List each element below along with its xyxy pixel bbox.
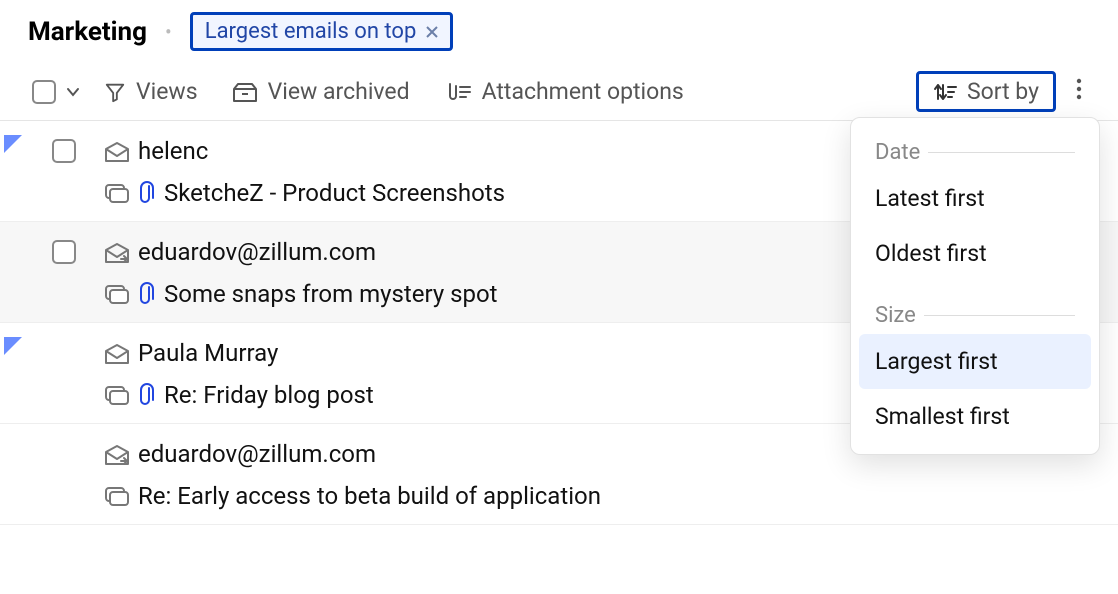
email-subject: SketcheZ - Product Screenshots (164, 179, 505, 207)
view-archived-button[interactable]: View archived (218, 72, 424, 111)
attachment-options-button[interactable]: Attachment options (430, 72, 698, 111)
funnel-icon (104, 81, 126, 103)
sort-by-label: Sort by (967, 78, 1039, 105)
thread-indicator (4, 236, 24, 256)
archive-icon (232, 81, 258, 103)
row-icon-col (96, 438, 138, 506)
sort-icon (933, 81, 957, 103)
row-icon-col (96, 135, 138, 203)
views-button[interactable]: Views (90, 72, 212, 111)
sort-by-button[interactable]: Sort by (916, 71, 1056, 112)
toolbar: Views View archived Attachment options S… (0, 65, 1118, 121)
thread-indicator (4, 438, 24, 458)
sort-menu: Date Latest first Oldest first Size Larg… (850, 117, 1100, 455)
thread-icon (104, 282, 130, 304)
select-all[interactable] (32, 80, 80, 104)
thread-icon (104, 484, 130, 506)
attachment-options-icon (444, 81, 472, 103)
close-icon[interactable] (424, 24, 440, 40)
sort-option-largest[interactable]: Largest first (859, 334, 1091, 389)
filter-chip-label: Largest emails on top (205, 19, 417, 44)
separator-dot: • (165, 20, 172, 44)
views-label: Views (136, 78, 198, 105)
mail-forward-icon (104, 444, 130, 466)
email-subject: Some snaps from mystery spot (164, 280, 498, 308)
email-subject: Re: Friday blog post (164, 381, 374, 409)
folder-header: Marketing • Largest emails on top (0, 0, 1118, 65)
mail-forward-icon (104, 242, 130, 264)
sort-option-oldest[interactable]: Oldest first (851, 226, 1099, 281)
folder-name: Marketing (28, 17, 147, 47)
mail-open-icon (104, 343, 130, 365)
sort-section-size: Size (851, 299, 1099, 334)
more-vertical-icon (1076, 78, 1082, 100)
thread-indicator (4, 337, 24, 357)
row-checkbox[interactable] (52, 240, 76, 264)
row-checkbox[interactable] (52, 139, 76, 163)
sort-option-smallest[interactable]: Smallest first (851, 389, 1099, 444)
more-options-button[interactable] (1062, 72, 1096, 112)
active-filter-chip[interactable]: Largest emails on top (190, 12, 454, 51)
sort-option-latest[interactable]: Latest first (851, 171, 1099, 226)
mail-open-icon (104, 141, 130, 163)
chevron-down-icon[interactable] (66, 85, 80, 99)
attachment-options-label: Attachment options (482, 78, 684, 105)
view-archived-label: View archived (268, 78, 410, 105)
thread-icon (104, 383, 130, 405)
thread-icon (104, 181, 130, 203)
row-checkbox-col (32, 135, 96, 163)
row-checkbox-col (32, 236, 96, 264)
row-checkbox-col (32, 438, 96, 442)
email-subject: Re: Early access to beta build of applic… (138, 482, 601, 510)
row-icon-col (96, 337, 138, 405)
sort-section-date: Date (851, 136, 1099, 171)
paperclip-icon (138, 383, 154, 407)
paperclip-icon (138, 282, 154, 306)
row-icon-col (96, 236, 138, 304)
select-all-checkbox[interactable] (32, 80, 56, 104)
thread-indicator (4, 135, 24, 155)
row-checkbox-col (32, 337, 96, 341)
paperclip-icon (138, 181, 154, 205)
